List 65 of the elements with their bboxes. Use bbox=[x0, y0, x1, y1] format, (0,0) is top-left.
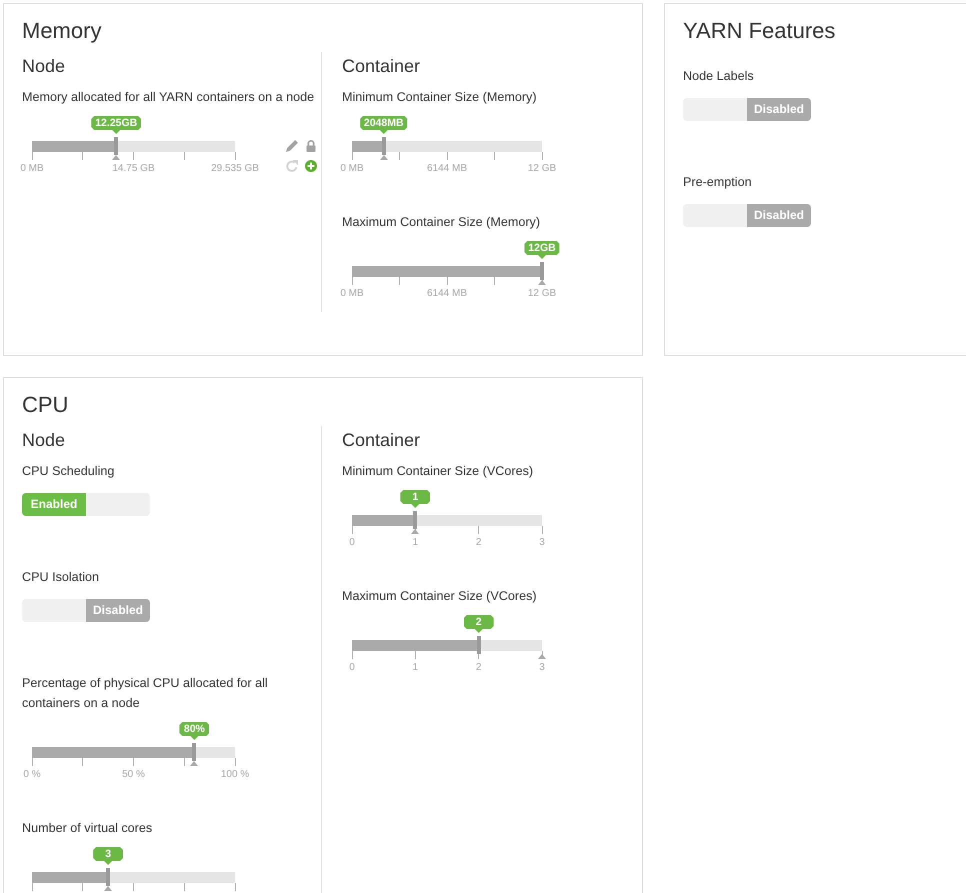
scale-label: 0 MB bbox=[340, 163, 364, 175]
plus-circle-icon[interactable] bbox=[305, 160, 317, 172]
value-tooltip: 3 bbox=[93, 847, 124, 865]
scale-label: 12 GB bbox=[528, 163, 556, 175]
field-label: Memory allocated for all YARN containers on a node bbox=[22, 89, 316, 106]
field-label: Node Labels bbox=[683, 68, 755, 85]
scale-label: 6144 MB bbox=[426, 163, 468, 175]
scale-label: 2 bbox=[476, 537, 482, 549]
slider-handle[interactable] bbox=[106, 868, 110, 886]
field-label: Pre-emption bbox=[683, 174, 753, 191]
scale-label: 3 bbox=[539, 662, 545, 674]
scale-label: 0 % bbox=[23, 769, 41, 781]
column-heading: Node bbox=[22, 429, 66, 451]
field-label: CPU Scheduling bbox=[22, 463, 116, 480]
toggle-switch[interactable]: Enabled bbox=[22, 493, 150, 516]
scale-label: 2 bbox=[476, 662, 482, 674]
scale-label: 29.535 GB bbox=[211, 163, 259, 175]
field-label: Number of virtual cores bbox=[22, 820, 154, 837]
slider-handle[interactable] bbox=[192, 743, 196, 761]
value-tooltip: 1 bbox=[400, 490, 430, 508]
value-tooltip: 12GB bbox=[524, 241, 560, 259]
scale-label: 6144 MB bbox=[426, 288, 468, 300]
toggle-switch[interactable]: Disabled bbox=[683, 204, 811, 227]
value-tooltip: 2048MB bbox=[360, 116, 408, 134]
field-label: Minimum Container Size (VCores) bbox=[342, 463, 534, 480]
panel-title: YARN Features bbox=[683, 17, 836, 45]
slider-track[interactable] bbox=[352, 515, 542, 526]
field-label: Minimum Container Size (Memory) bbox=[342, 89, 538, 106]
scale-label: 50 % bbox=[122, 769, 145, 781]
toggle-switch[interactable]: Disabled bbox=[22, 599, 150, 622]
panel-title: CPU bbox=[22, 391, 70, 419]
column-heading: Container bbox=[342, 429, 422, 451]
scale-label: 3 bbox=[539, 537, 545, 549]
scale-label: 1 bbox=[412, 537, 418, 549]
scale-label: 1 bbox=[412, 662, 418, 674]
scale-label: 0 bbox=[349, 537, 355, 549]
slider-track[interactable] bbox=[32, 141, 235, 152]
field-label: CPU Isolation bbox=[22, 569, 100, 586]
scale-label: 100 % bbox=[220, 769, 250, 781]
slider-track[interactable] bbox=[352, 640, 542, 651]
scale-label: 0 MB bbox=[340, 288, 364, 300]
column-heading: Node bbox=[22, 55, 66, 77]
field-label: Percentage of physical CPU allocated for all containers on a node bbox=[22, 675, 269, 712]
slider-track[interactable] bbox=[32, 872, 235, 883]
slider-track[interactable] bbox=[352, 141, 542, 152]
lock-icon[interactable] bbox=[305, 140, 317, 152]
slider-handle[interactable] bbox=[476, 636, 481, 654]
toggle-switch[interactable]: Disabled bbox=[683, 98, 811, 121]
scale-label: 12 GB bbox=[528, 288, 556, 300]
slider-track[interactable] bbox=[32, 747, 235, 758]
scale-label: 0 bbox=[349, 662, 355, 674]
field-label: Maximum Container Size (Memory) bbox=[342, 214, 542, 231]
slider-handle[interactable] bbox=[540, 262, 544, 280]
value-tooltip: 12.25GB bbox=[91, 116, 142, 134]
column-heading: Container bbox=[342, 55, 422, 77]
slider-handle[interactable] bbox=[114, 137, 118, 155]
scale-label: 0 MB bbox=[20, 163, 44, 175]
scale-label: 14.75 GB bbox=[112, 163, 155, 175]
slider-handle[interactable] bbox=[382, 137, 386, 155]
field-label: Maximum Container Size (VCores) bbox=[342, 588, 538, 605]
panel-title: Memory bbox=[22, 17, 102, 45]
pencil-icon[interactable] bbox=[286, 140, 298, 152]
slider-handle[interactable] bbox=[413, 511, 418, 529]
value-tooltip: 80% bbox=[179, 722, 210, 740]
value-tooltip: 2 bbox=[464, 615, 494, 633]
